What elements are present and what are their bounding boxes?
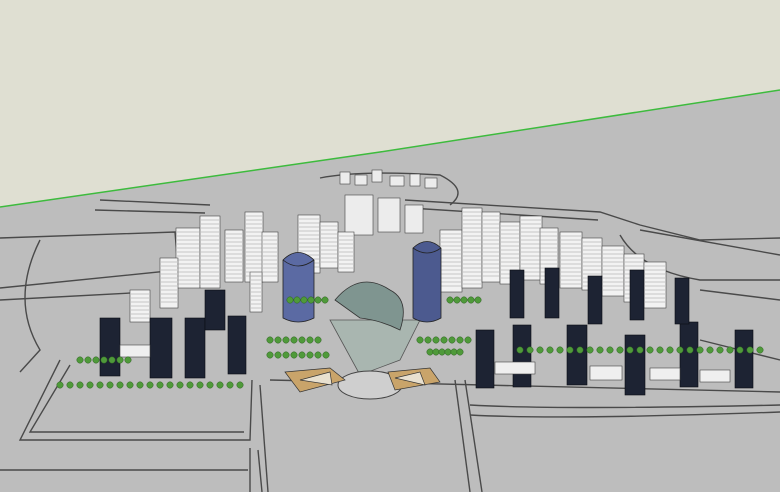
tree-icon	[314, 296, 322, 304]
tree-icon	[606, 346, 614, 354]
tree-icon	[206, 381, 214, 389]
tree-icon	[282, 351, 290, 359]
tree-icon	[426, 348, 434, 356]
tree-icon	[424, 336, 432, 344]
tree-icon	[696, 346, 704, 354]
model-viewport[interactable]	[0, 0, 780, 492]
tree-icon	[686, 346, 694, 354]
tree-icon	[656, 346, 664, 354]
tree-icon	[460, 296, 468, 304]
tree-icon	[156, 381, 164, 389]
tree-icon	[300, 296, 308, 304]
tree-icon	[546, 346, 554, 354]
tree-icon	[176, 381, 184, 389]
tree-icon	[322, 351, 330, 359]
tree-icon	[306, 351, 314, 359]
tree-icon	[566, 346, 574, 354]
tree-icon	[56, 381, 64, 389]
tree-icon	[66, 381, 74, 389]
tree-icon	[76, 381, 84, 389]
tree-icon	[166, 381, 174, 389]
tree-icon	[84, 356, 92, 364]
tree-icon	[116, 381, 124, 389]
tree-icon	[736, 346, 744, 354]
tree-icon	[464, 336, 472, 344]
tree-icon	[282, 336, 290, 344]
tree-icon	[136, 381, 144, 389]
tree-icon	[293, 296, 301, 304]
tree-icon	[226, 381, 234, 389]
masterplan-scene	[0, 0, 780, 492]
tree-icon	[526, 346, 534, 354]
tree-icon	[450, 348, 458, 356]
tree-icon	[321, 296, 329, 304]
tree-icon	[448, 336, 456, 344]
tree-icon	[96, 381, 104, 389]
tree-icon	[416, 336, 424, 344]
tree-icon	[126, 381, 134, 389]
tree-icon	[290, 351, 298, 359]
tree-icon	[298, 351, 306, 359]
tree-icon	[556, 346, 564, 354]
tree-icon	[196, 381, 204, 389]
tree-icon	[474, 296, 482, 304]
tree-icon	[266, 336, 274, 344]
tree-icon	[726, 346, 734, 354]
tree-icon	[266, 351, 274, 359]
tree-icon	[314, 351, 322, 359]
tree-icon	[616, 346, 624, 354]
tree-icon	[586, 346, 594, 354]
tree-icon	[236, 381, 244, 389]
tree-icon	[596, 346, 604, 354]
tree-icon	[124, 356, 132, 364]
tree-icon	[286, 296, 294, 304]
tree-icon	[636, 346, 644, 354]
tree-icon	[86, 381, 94, 389]
tree-icon	[116, 356, 124, 364]
tree-icon	[576, 346, 584, 354]
tree-icon	[467, 296, 475, 304]
tree-icon	[216, 381, 224, 389]
tree-icon	[432, 348, 440, 356]
tree-icon	[298, 336, 306, 344]
tree-icon	[274, 351, 282, 359]
tree-icon	[92, 356, 100, 364]
tree-icon	[290, 336, 298, 344]
tree-icon	[76, 356, 84, 364]
tree-icon	[516, 346, 524, 354]
tree-icon	[444, 348, 452, 356]
tree-icon	[432, 336, 440, 344]
tree-icon	[186, 381, 194, 389]
tree-icon	[746, 346, 754, 354]
tree-icon	[666, 346, 674, 354]
tree-icon	[456, 348, 464, 356]
tree-icon	[440, 336, 448, 344]
tree-icon	[756, 346, 764, 354]
tree-icon	[438, 348, 446, 356]
tree-icon	[706, 346, 714, 354]
tree-icon	[646, 346, 654, 354]
tree-icon	[314, 336, 322, 344]
tree-icon	[307, 296, 315, 304]
tree-icon	[108, 356, 116, 364]
tree-icon	[106, 381, 114, 389]
tree-icon	[274, 336, 282, 344]
tree-icon	[456, 336, 464, 344]
tree-icon	[453, 296, 461, 304]
tree-icon	[146, 381, 154, 389]
tree-icon	[626, 346, 634, 354]
tree-icon	[536, 346, 544, 354]
tree-icon	[100, 356, 108, 364]
tree-icon	[306, 336, 314, 344]
tree-icon	[446, 296, 454, 304]
tree-icon	[676, 346, 684, 354]
tree-icon	[716, 346, 724, 354]
